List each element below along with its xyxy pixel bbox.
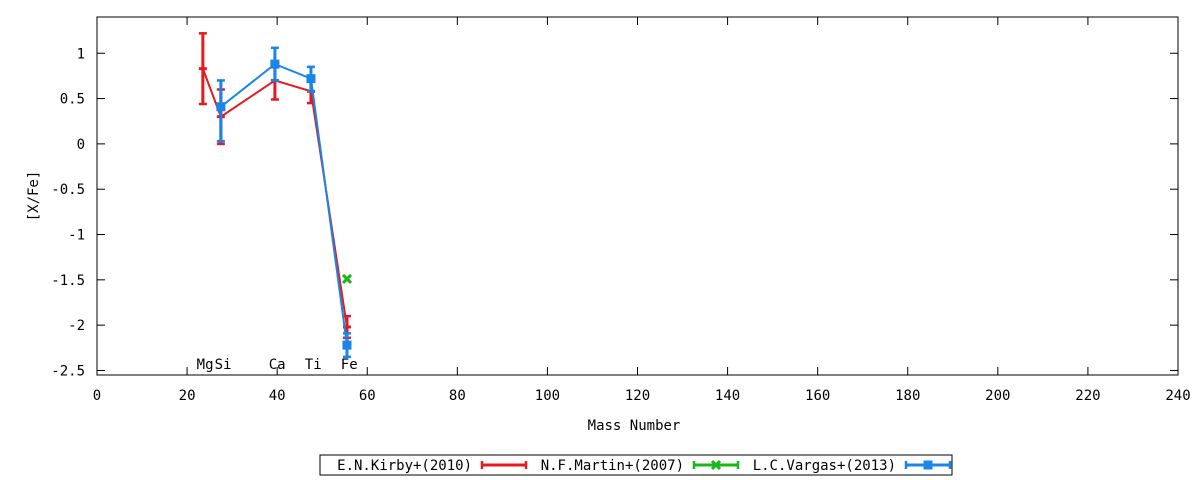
x-tick-label: 140 [715,388,740,404]
series [216,46,352,359]
y-tick-label: 1 [77,46,85,62]
data-point [923,460,933,470]
element-label: Ca [269,357,286,373]
x-tick-label: 160 [805,388,830,404]
axes: 0 20 40 60 80 100 120 140 160 180 200 220 240 -2.5 -2 -… [51,17,1191,404]
x-axis-label: Mass Number [588,418,681,434]
y-tick-label: -1 [68,228,85,244]
series-layer [198,32,353,359]
element-labels: Mg Si Ca Ti Fe [197,357,358,373]
element-label: Si [215,357,232,373]
x-tick-label: 80 [449,388,466,404]
x-tick-label: 180 [895,388,920,404]
legend: E.N.Kirby+(2010) N.F.Martin+(2007) L.C.Var… [319,454,953,476]
y-tick-label: -2.5 [51,363,85,379]
element-label: Mg [197,357,214,373]
x-tick-label: 0 [93,388,101,404]
y-tick-label: 0.5 [60,92,85,108]
data-point [306,74,316,84]
x-tick-label: 200 [985,388,1010,404]
plot-frame [96,16,1179,376]
data-point [341,273,353,284]
x-tick-label: 120 [625,388,650,404]
data-point [342,340,352,350]
legend-label: N.F.Martin+(2007) [541,458,684,474]
legend-label: L.C.Vargas+(2013) [753,458,896,474]
chart: 0 20 40 60 80 100 120 140 160 180 200 220 240 -2.5 -2 -… [26,16,1191,476]
data-point [270,59,280,69]
x-tick-label: 20 [179,388,196,404]
y-tick-label: 0 [77,137,85,153]
y-axis-label: [X/Fe] [26,171,42,222]
y-tick-label: -0.5 [51,182,85,198]
x-tick-label: 220 [1075,388,1100,404]
series [341,273,353,284]
x-tick-label: 40 [269,388,286,404]
element-label: Fe [341,357,358,373]
x-tick-label: 100 [535,388,560,404]
y-tick-label: -2 [68,318,85,334]
x-tick-label: 240 [1165,388,1190,404]
series-line [220,62,348,346]
data-point [216,102,226,112]
x-tick-label: 60 [359,388,376,404]
y-tick-label: -1.5 [51,273,85,289]
legend-label: E.N.Kirby+(2010) [337,458,472,474]
element-label: Ti [305,357,322,373]
